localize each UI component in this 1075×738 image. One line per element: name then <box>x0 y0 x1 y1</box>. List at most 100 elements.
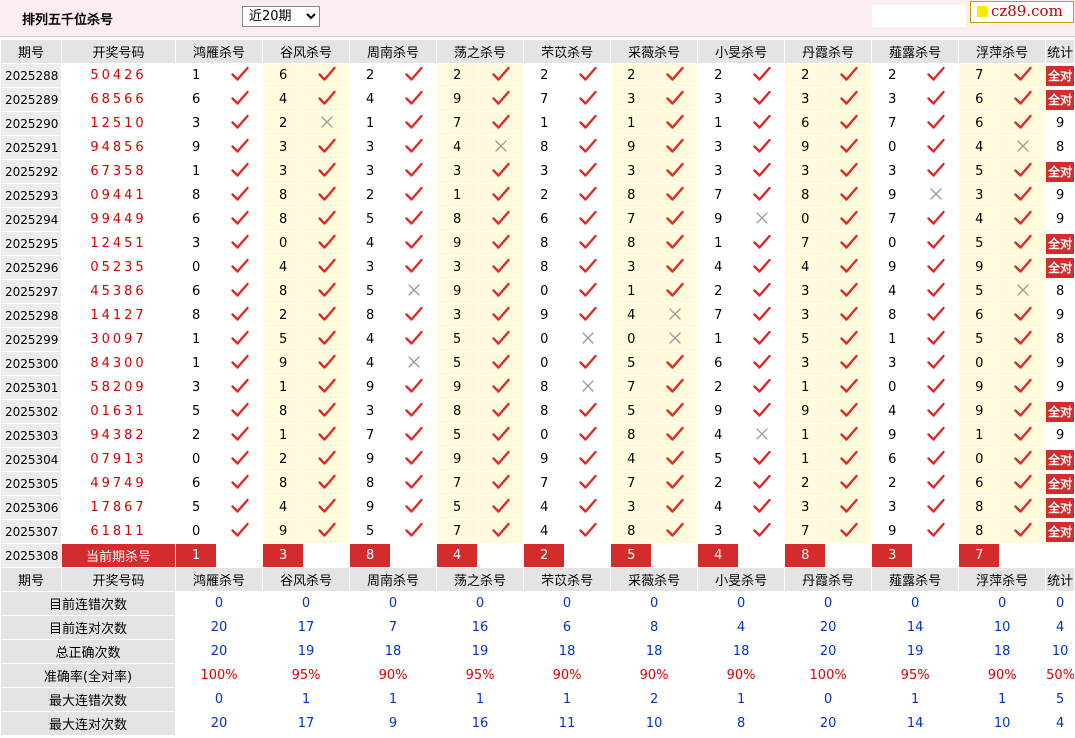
kill-number-cell: 2 <box>784 63 827 88</box>
kill-number-cell: 3 <box>697 519 740 544</box>
kill-number-cell: 4 <box>349 351 392 376</box>
check-icon <box>317 378 336 398</box>
col-header-expert[interactable]: 周南杀号 <box>349 567 438 592</box>
result-mark-cell <box>912 87 960 112</box>
result-mark-cell <box>825 159 873 184</box>
summary-value: 20 <box>174 711 264 736</box>
summary-value: 0 <box>958 591 1047 616</box>
result-mark-cell <box>912 159 960 184</box>
check-icon <box>317 402 336 422</box>
result-mark-cell <box>738 519 786 544</box>
check-icon <box>578 306 597 326</box>
check-icon <box>1013 522 1032 542</box>
period-select[interactable]: 近20期 <box>242 6 320 27</box>
col-header-expert[interactable]: 鸿雁杀号 <box>174 39 264 64</box>
stat-value: 8 <box>1056 332 1065 347</box>
col-header-expert[interactable]: 荡之杀号 <box>436 567 525 592</box>
result-mark-cell <box>477 351 525 376</box>
col-header-period: 期号 <box>0 39 62 64</box>
check-icon <box>230 330 249 350</box>
summary-value: 18 <box>523 639 612 664</box>
kill-number-cell: 3 <box>262 159 305 184</box>
result-mark-cell <box>303 183 351 208</box>
kill-number-cell: 5 <box>175 495 217 520</box>
kill-number-cell: 9 <box>871 423 914 448</box>
result-mark-cell <box>477 63 525 88</box>
check-icon <box>491 426 510 446</box>
summary-value: 0 <box>349 591 438 616</box>
kill-number-cell: 9 <box>523 303 566 328</box>
summary-value: 9 <box>349 711 438 736</box>
kill-number-cell: 8 <box>610 183 653 208</box>
result-mark-cell <box>738 111 786 136</box>
kill-number-cell: 2 <box>523 63 566 88</box>
check-icon <box>1013 162 1032 182</box>
check-icon <box>404 426 423 446</box>
check-icon <box>752 450 771 470</box>
col-header-expert[interactable]: 浮萍杀号 <box>958 567 1047 592</box>
kill-number-cell: 3 <box>175 231 217 256</box>
check-icon <box>752 282 771 302</box>
kill-number-cell: 9 <box>436 231 479 256</box>
check-icon <box>1013 90 1032 110</box>
period-cell: 2025288 <box>0 63 62 88</box>
table-row: 2025293 09441 8 8 2 1 2 8 7 8 9 3 9 <box>0 183 1075 208</box>
col-header-expert[interactable]: 薤露杀号 <box>871 567 960 592</box>
summary-value: 18 <box>958 639 1047 664</box>
kill-number-cell: 3 <box>871 495 914 520</box>
kill-number-cell: 3 <box>175 111 217 136</box>
col-header-expert[interactable]: 荡之杀号 <box>436 39 525 64</box>
check-icon <box>752 114 771 134</box>
result-mark-cell <box>999 183 1047 208</box>
result-mark-cell <box>390 231 438 256</box>
col-header-expert[interactable]: 采薇杀号 <box>610 39 699 64</box>
header-row: 期号 开奖号码 鸿雁杀号 谷风杀号 周南杀号 荡之杀号 芣苡杀号 采薇杀号 小旻杀号 丹霞杀号 薤露… <box>0 567 1075 592</box>
kill-number-cell: 1 <box>175 63 217 88</box>
check-icon <box>839 522 858 542</box>
current-period-cell: 2025308 <box>0 543 62 568</box>
check-icon <box>839 354 858 374</box>
check-icon <box>752 138 771 158</box>
stat-value: 9 <box>1056 212 1065 227</box>
kill-number-cell: 4 <box>349 231 392 256</box>
brand-logo[interactable]: cz89.com <box>970 1 1074 23</box>
col-header-expert[interactable]: 鸿雁杀号 <box>174 567 264 592</box>
check-icon <box>1013 474 1032 494</box>
col-header-expert[interactable]: 丹霞杀号 <box>784 567 873 592</box>
kill-number-cell: 0 <box>523 423 566 448</box>
kill-number-cell: 3 <box>610 87 653 112</box>
col-header-expert[interactable]: 浮萍杀号 <box>958 39 1047 64</box>
kill-number-cell: 7 <box>871 207 914 232</box>
kill-number-cell: 8 <box>349 303 392 328</box>
col-header-expert[interactable]: 芣苡杀号 <box>523 567 612 592</box>
result-mark-cell <box>651 63 699 88</box>
result-mark-cell <box>912 111 960 136</box>
col-header-expert[interactable]: 芣苡杀号 <box>523 39 612 64</box>
result-mark-cell <box>215 471 264 496</box>
result-mark-cell <box>738 351 786 376</box>
check-icon <box>839 258 858 278</box>
col-header-expert[interactable]: 薤露杀号 <box>871 39 960 64</box>
col-header-expert[interactable]: 丹霞杀号 <box>784 39 873 64</box>
result-mark-cell <box>390 111 438 136</box>
kill-number-cell: 9 <box>436 447 479 472</box>
all-correct-badge: 全对 <box>1046 161 1074 182</box>
result-mark-cell <box>999 375 1047 400</box>
result-mark-cell <box>564 63 612 88</box>
kill-number-cell: 4 <box>262 87 305 112</box>
col-header-expert[interactable]: 采薇杀号 <box>610 567 699 592</box>
result-mark-cell <box>477 279 525 304</box>
stat-cell: 全对 <box>1045 255 1075 280</box>
kill-number-cell: 9 <box>784 135 827 160</box>
col-header-expert[interactable]: 小旻杀号 <box>697 39 786 64</box>
kill-number-cell: 1 <box>349 111 392 136</box>
col-header-expert[interactable]: 谷风杀号 <box>262 39 351 64</box>
col-header-expert[interactable]: 周南杀号 <box>349 39 438 64</box>
col-header-expert[interactable]: 小旻杀号 <box>697 567 786 592</box>
check-icon <box>665 138 684 158</box>
check-icon <box>491 210 510 230</box>
col-header-expert[interactable]: 谷风杀号 <box>262 567 351 592</box>
kill-number-cell: 9 <box>697 207 740 232</box>
current-kill-number: 8 <box>349 543 392 568</box>
result-mark-cell <box>564 87 612 112</box>
